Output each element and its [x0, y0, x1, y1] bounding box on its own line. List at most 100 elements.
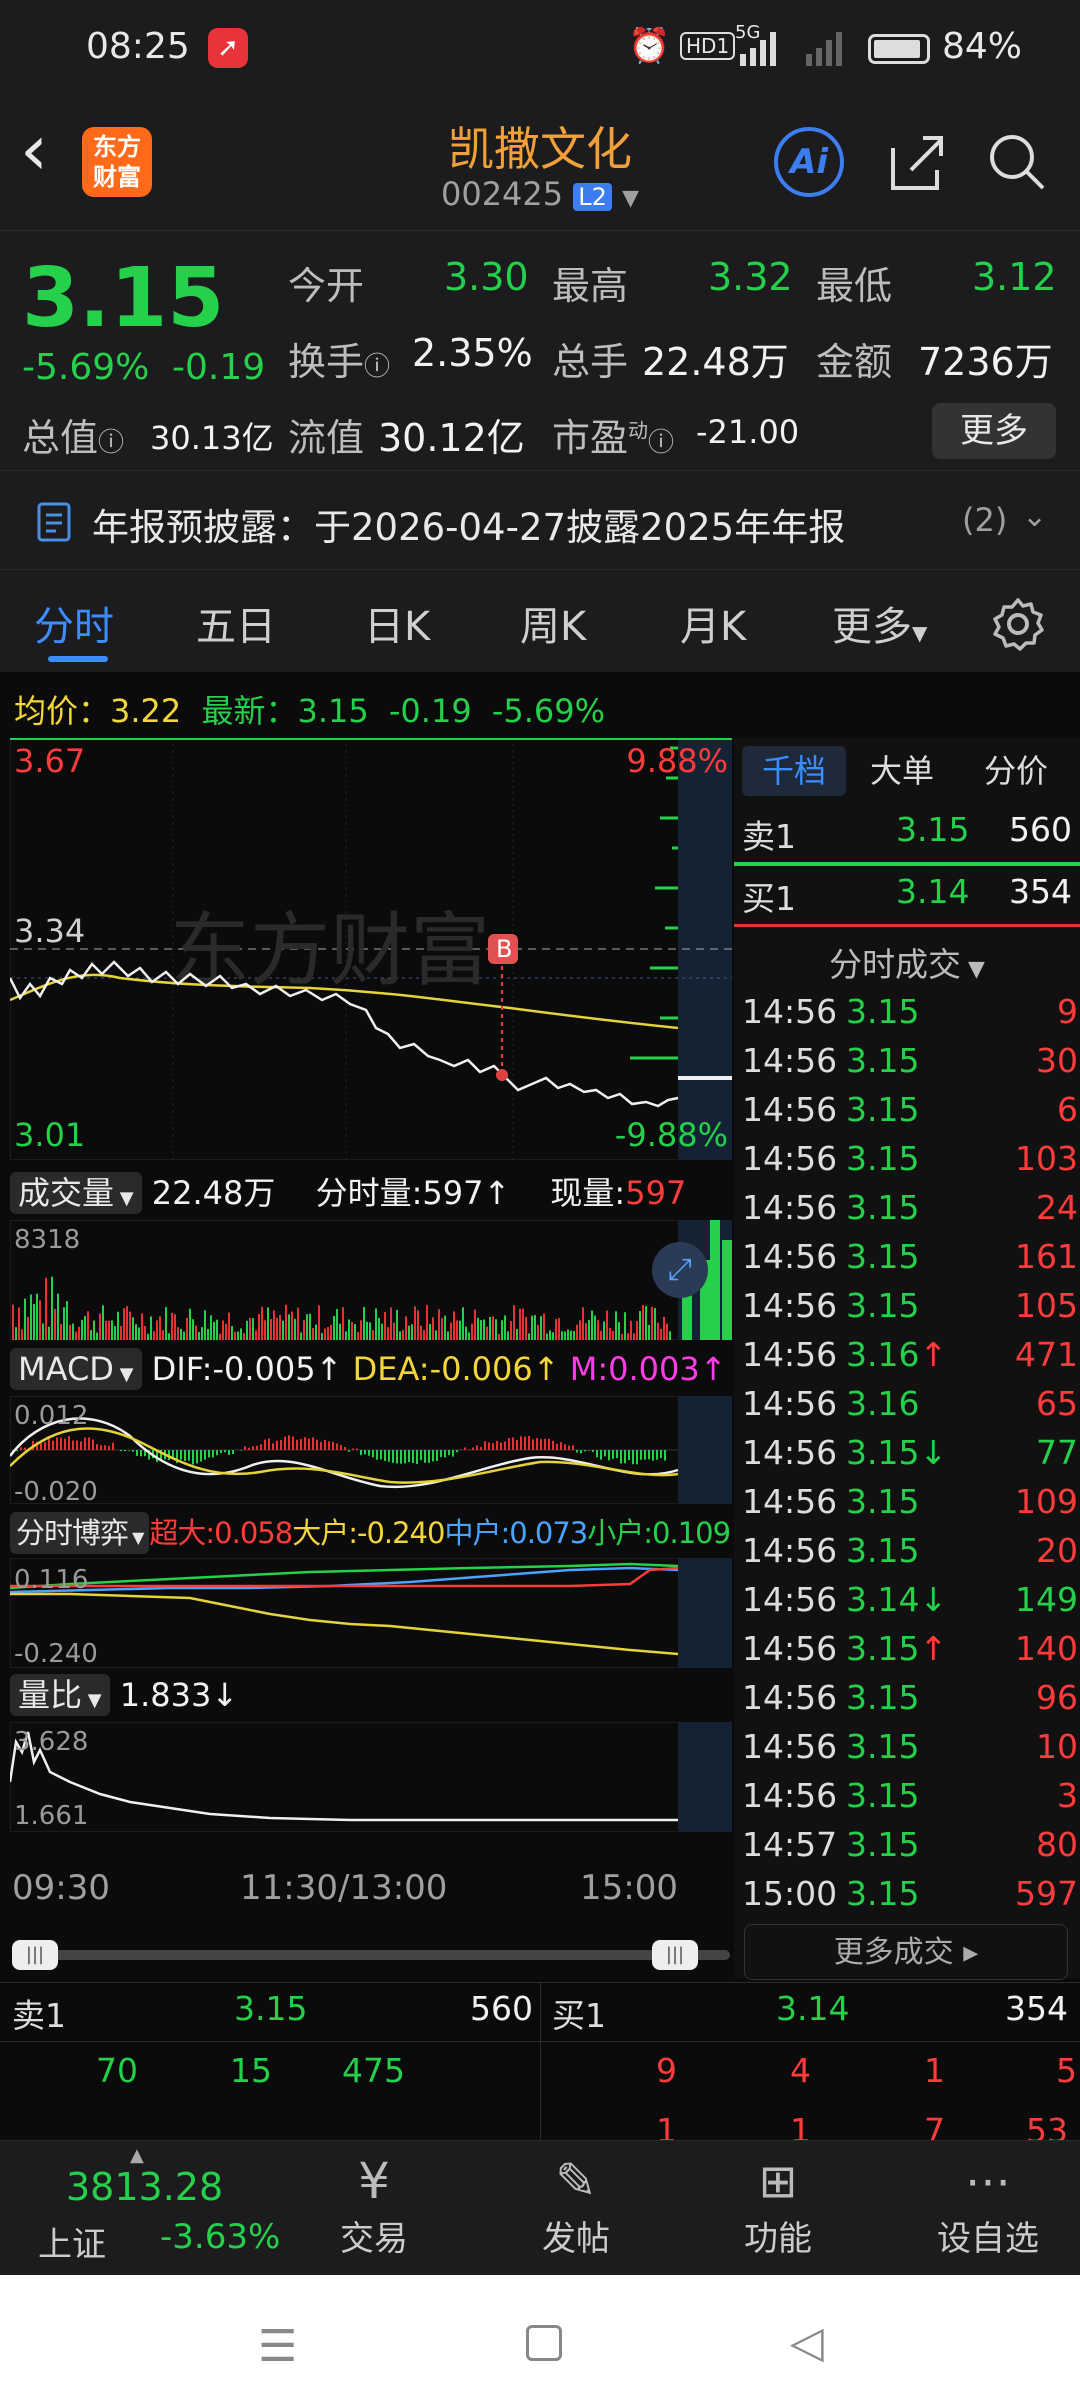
tab-intraday[interactable]: 分时: [34, 594, 114, 652]
macd-bar: [508, 1437, 510, 1450]
tab-daily[interactable]: 日K: [364, 594, 430, 652]
tab-monthly[interactable]: 月K: [680, 594, 746, 652]
macd-bar: [552, 1440, 554, 1450]
macd-bar: [596, 1450, 598, 1458]
info-icon[interactable]: ⓘ: [364, 352, 390, 382]
game-selector[interactable]: 分时博弈 ▼: [10, 1512, 150, 1554]
nav-post[interactable]: ✎ 发帖: [516, 2151, 636, 2260]
volume-bar: [588, 1320, 590, 1340]
volume-bar: [552, 1332, 554, 1340]
tick-time: 14:56: [742, 1727, 838, 1766]
volume-bar: [291, 1311, 293, 1340]
range-handle-left[interactable]: |||: [12, 1940, 58, 1970]
nav-functions[interactable]: ⊞ 功能: [718, 2151, 838, 2260]
macd-bar: [96, 1444, 98, 1450]
sell-queue-1: 70: [96, 2051, 138, 2090]
volume-bar: [633, 1333, 635, 1340]
back-nav-icon[interactable]: ◁: [790, 2317, 824, 2368]
nav-trade[interactable]: ¥ 交易: [314, 2151, 434, 2260]
macd-bar: [632, 1450, 634, 1465]
macd-bar: [240, 1450, 242, 1451]
macd-bar: [80, 1441, 82, 1450]
ratio-selector[interactable]: 量比 ▼: [10, 1674, 110, 1716]
side-tab-price[interactable]: 分价: [984, 746, 1048, 796]
side-tab-bigorders[interactable]: 大单: [870, 746, 934, 796]
volume-bar: [312, 1327, 314, 1340]
volume-bar: [591, 1310, 593, 1340]
tick-list[interactable]: 14:56 3.15 9 14:56 3.15 30 14:56 3.15 6 14:56 3.15…: [742, 992, 1078, 1932]
macd-selector[interactable]: MACD ▼: [10, 1348, 142, 1390]
home-icon[interactable]: [526, 2325, 562, 2361]
price-legend: 均价：3.22 最新：3.15 -0.19 -5.69%: [14, 692, 606, 730]
macd-bar: [368, 1450, 370, 1456]
volume-bar: [378, 1317, 380, 1340]
volume-bar: [84, 1315, 86, 1340]
macd-bar: [88, 1437, 90, 1450]
buy-queue-3: 1: [924, 2051, 945, 2090]
sell-queue-3: 475: [342, 2051, 405, 2090]
tick-price: 3.14↓: [846, 1580, 948, 1619]
tick-time: 14:56: [742, 1237, 838, 1276]
volume-bar: [144, 1325, 146, 1340]
macd-bar: [140, 1450, 142, 1457]
info-icon[interactable]: ⓘ: [648, 428, 674, 458]
more-button[interactable]: 更多: [932, 403, 1056, 459]
index-widget[interactable]: ▲ 3813.28 上证 -3.63%: [20, 2141, 280, 2276]
tick-price: 3.15: [846, 1678, 920, 1717]
status-time: 08:25: [86, 26, 190, 67]
volume-bar: [710, 1220, 720, 1340]
volume-bar: [483, 1319, 485, 1340]
volume-bar: [465, 1326, 467, 1340]
tick-row: 15:00 3.15 597: [742, 1874, 1078, 1923]
macd-bar: [504, 1441, 506, 1450]
share-icon[interactable]: [885, 130, 949, 194]
volume-bar: [663, 1316, 665, 1340]
tick-row: 14:56 3.15 20: [742, 1531, 1078, 1580]
menu-icon[interactable]: ☰: [258, 2321, 297, 2372]
tab-weekly[interactable]: 周K: [520, 594, 586, 652]
volume-bar: [327, 1327, 329, 1340]
fullscreen-button[interactable]: ⤢: [652, 1242, 708, 1298]
range-handle-right[interactable]: |||: [652, 1940, 698, 1970]
volume-bars[interactable]: 8318: [10, 1220, 732, 1340]
signal-bars-icon: [740, 32, 842, 66]
intraday-price-chart[interactable]: 东方财富 B 3.67 9.88% 3.34 3.01 -9.88%: [10, 738, 732, 1160]
volume-bar: [519, 1308, 521, 1340]
macd-bar: [444, 1450, 446, 1458]
volume-bar: [489, 1316, 491, 1340]
volume-bar: [504, 1315, 506, 1340]
volume-bar: [549, 1330, 551, 1340]
side-tab-depth[interactable]: 千档: [742, 746, 846, 796]
tab-more[interactable]: 更多▼: [832, 594, 927, 652]
tab-5day[interactable]: 五日: [196, 594, 276, 652]
volume-selector[interactable]: 成交量 ▼: [10, 1172, 142, 1214]
nav-watchlist[interactable]: ⋯ 设自选: [918, 2151, 1058, 2260]
volume-bar: [222, 1320, 224, 1340]
macd-bar: [228, 1450, 230, 1455]
volume-bar: [153, 1331, 155, 1340]
tick-time: 14:56: [742, 1090, 838, 1129]
tick-price: 3.16: [846, 1384, 920, 1423]
macd-bar: [136, 1450, 138, 1456]
more-ticks-button[interactable]: 更多成交 ▸: [744, 1924, 1068, 1980]
announcement-bar[interactable]: 年报预披露：于2026-04-27披露2025年年报 (2) ⌄: [0, 470, 1080, 570]
macd-bar: [272, 1443, 274, 1450]
volume-bar: [324, 1328, 326, 1340]
order-game-chart[interactable]: 0.116 -0.240: [10, 1558, 732, 1668]
volume-bar: [456, 1320, 458, 1340]
range-slider[interactable]: ||| |||: [12, 1940, 730, 1970]
volume-ratio-chart[interactable]: 3.628 1.661: [10, 1722, 732, 1832]
ai-assistant-button[interactable]: Ai: [774, 127, 844, 197]
now-volume: 597: [625, 1174, 687, 1212]
macd-chart[interactable]: 0.012 -0.020: [10, 1396, 732, 1504]
search-icon[interactable]: [985, 130, 1049, 194]
ticks-title[interactable]: 分时成交 ▼: [734, 938, 1080, 986]
volume-bar: [627, 1333, 629, 1340]
volume-bar: [150, 1316, 152, 1340]
macd-bar: [212, 1450, 214, 1458]
tick-row: 14:56 3.15 105: [742, 1286, 1078, 1335]
settings-icon[interactable]: [990, 596, 1046, 652]
volume-bar: [330, 1324, 332, 1340]
macd-bar: [644, 1450, 646, 1460]
info-icon[interactable]: ⓘ: [98, 428, 124, 458]
